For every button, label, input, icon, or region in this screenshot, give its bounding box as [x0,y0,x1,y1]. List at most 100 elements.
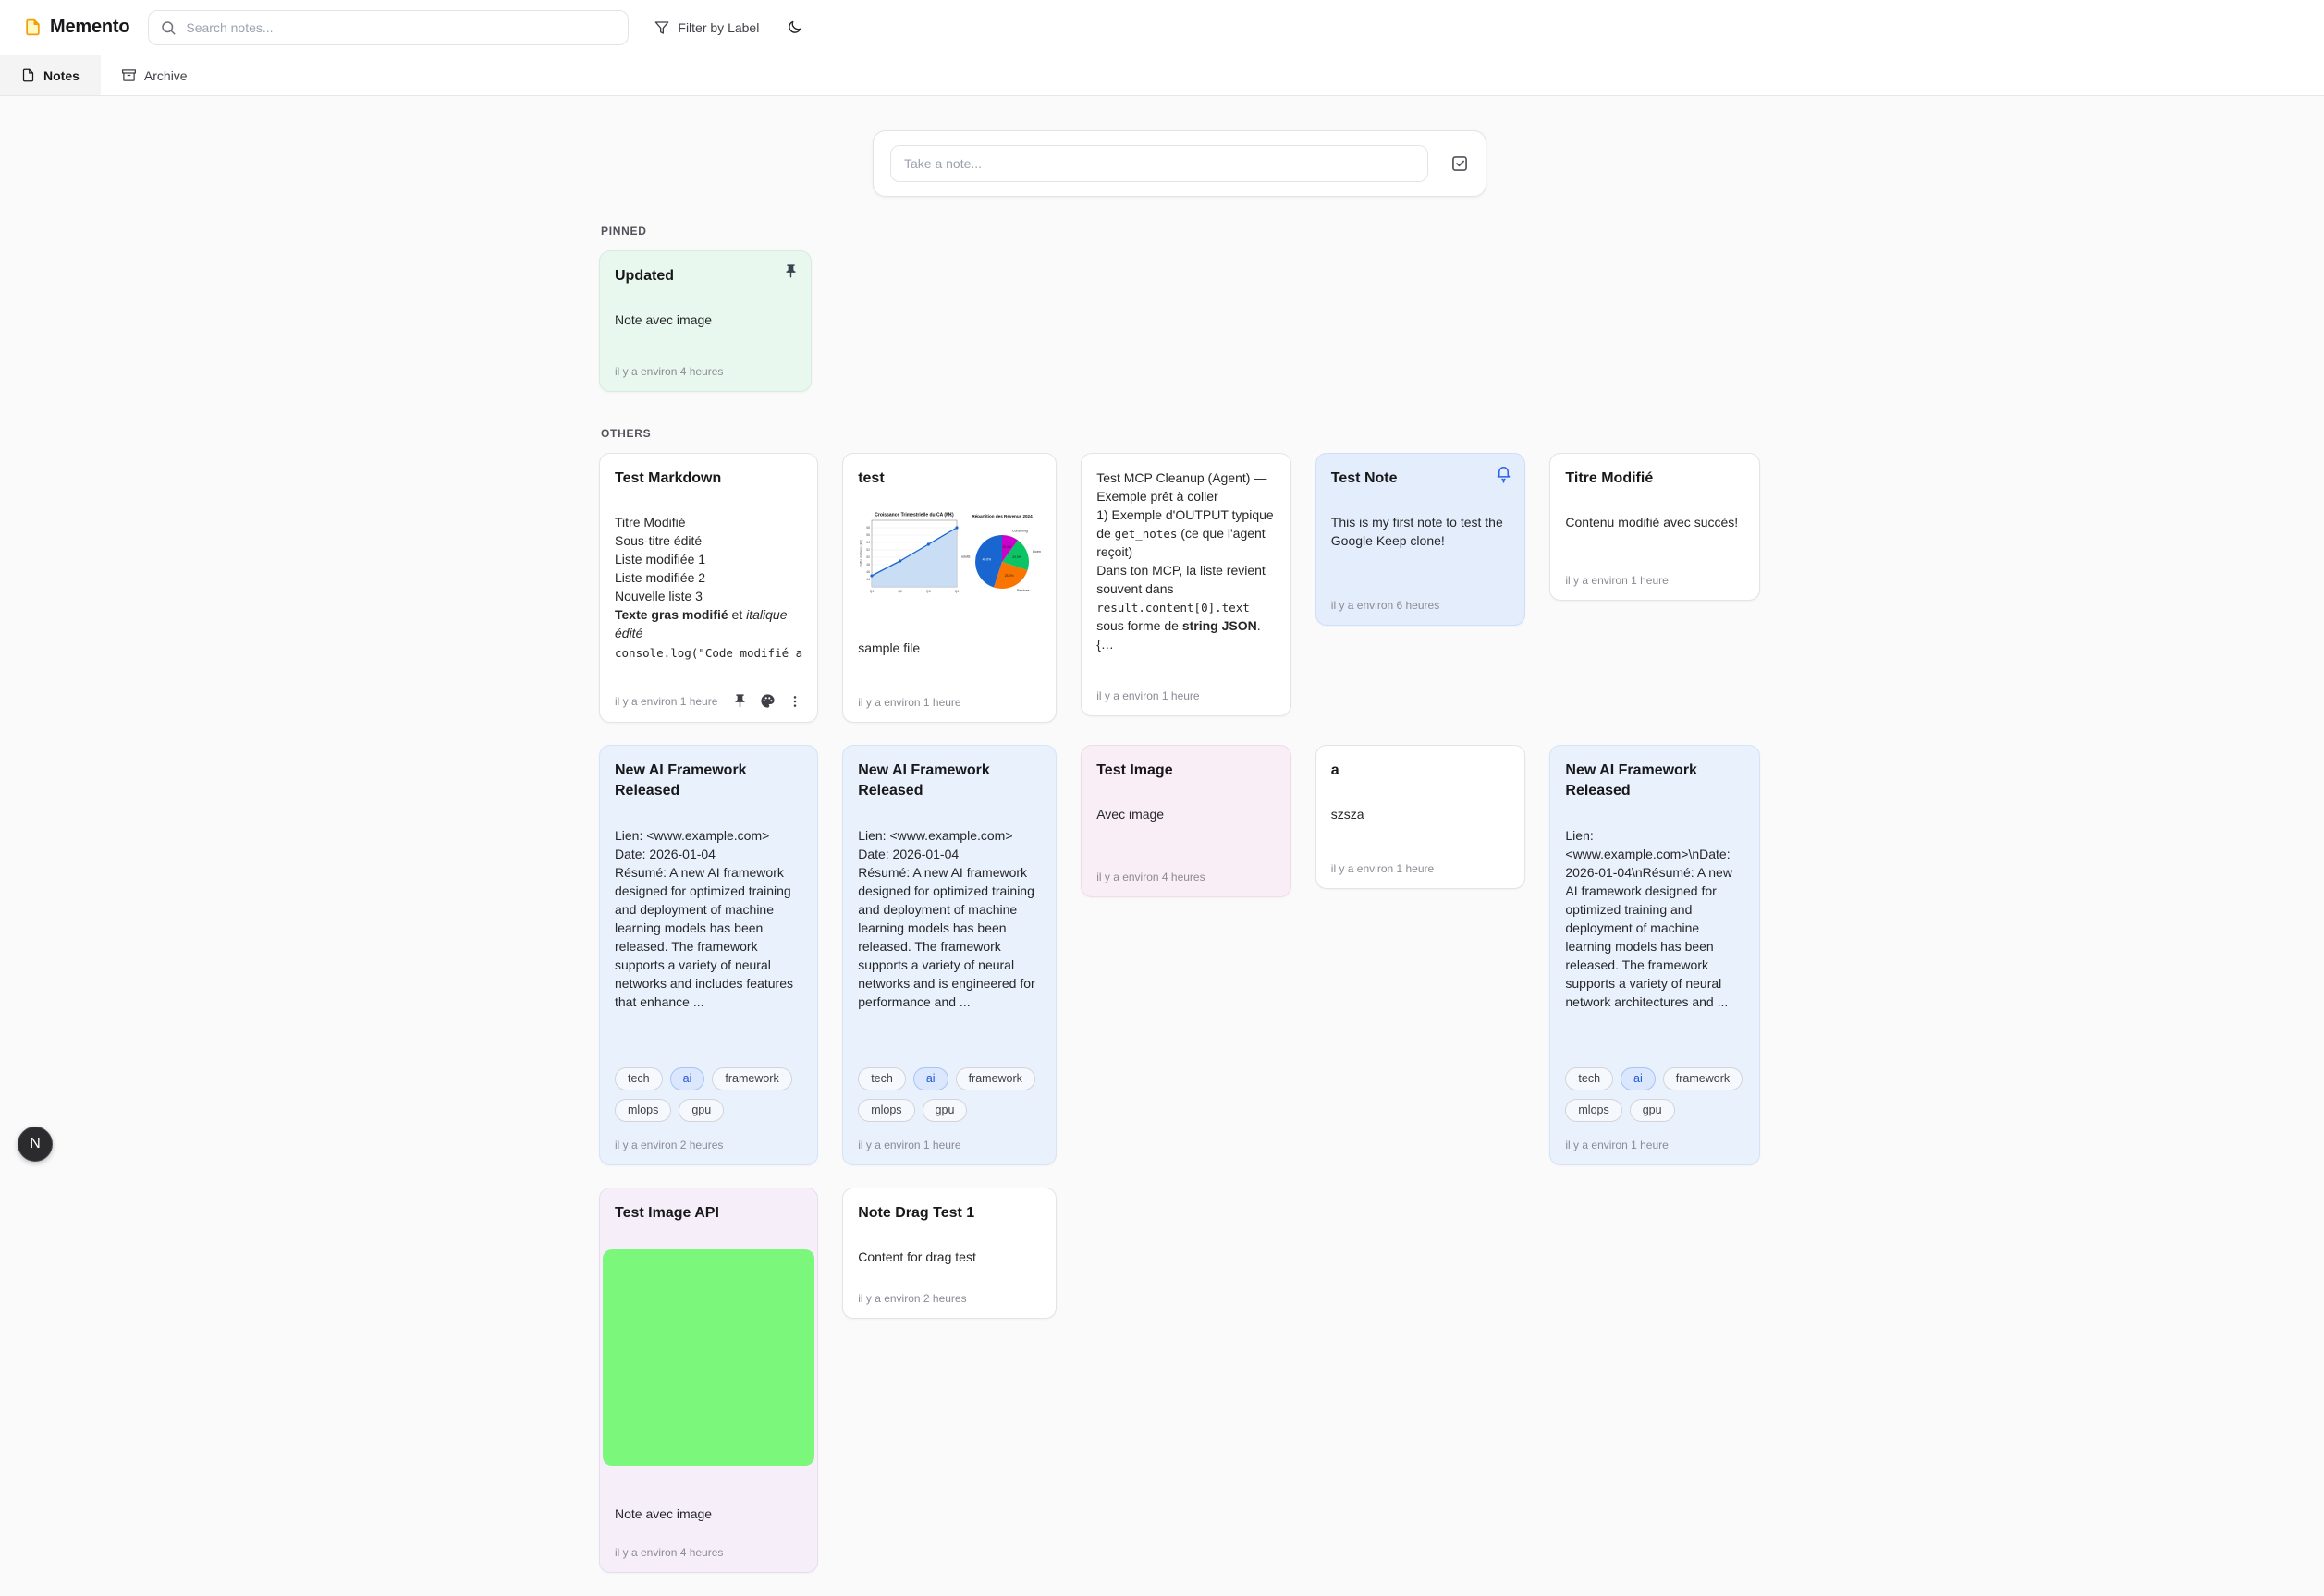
floating-n-badge[interactable]: N [18,1127,53,1162]
note-card[interactable]: New AI Framework ReleasedLien: <www.exam… [1549,745,1760,1165]
note-timestamp: il y a environ 2 heures [615,1139,802,1151]
archive-icon [122,68,136,82]
svg-text:58: 58 [866,527,870,530]
note-footer: il y a environ 1 heure [1331,851,1511,875]
tag-tech[interactable]: tech [1565,1067,1613,1090]
note-card[interactable]: New AI Framework ReleasedLien: <www.exam… [599,745,818,1165]
tab-archive[interactable]: Archive [101,55,209,95]
note-card[interactable]: Test ImageAvec imageil y a environ 4 heu… [1081,745,1291,897]
tag-ai[interactable]: ai [913,1067,948,1090]
search-icon [160,19,177,41]
svg-text:Chiffre d'affaires (M€): Chiffre d'affaires (M€) [860,540,863,567]
note-footer: il y a environ 6 heures [1331,588,1511,612]
tag-framework[interactable]: framework [712,1067,791,1090]
svg-text:56: 56 [866,534,870,538]
tag-gpu[interactable]: gpu [923,1099,968,1122]
others-notes-grid: Test Markdown Titre Modifié Sous-titre éd… [599,453,1760,1573]
note-card[interactable]: Test MCP Cleanup (Agent) — Exemple prêt … [1081,453,1291,716]
moon-icon [787,19,802,35]
note-attachment-image [603,1249,814,1466]
note-footer: il y a environ 1 heure [858,685,1041,709]
note-title: a [1331,761,1511,781]
note-body: Lien: <www.example.com> Date: 2026-01-04… [858,826,1041,1011]
pin-icon[interactable] [783,263,799,284]
filter-by-label-button[interactable]: Filter by Label [647,15,766,41]
note-attachment-charts-image: Croissance Trimestrielle du CA (M€)44464… [858,509,1041,602]
tag-ai[interactable]: ai [670,1067,705,1090]
dark-mode-toggle[interactable] [781,14,808,41]
note-timestamp: il y a environ 1 heure [858,696,1041,709]
others-section-label: OTHERS [601,427,1760,440]
note-body: Titre Modifié Sous-titre édité Liste mod… [615,513,802,661]
note-timestamp: il y a environ 6 heures [1331,599,1511,612]
app-header: Memento Filter by Label [0,0,2324,55]
svg-text:46: 46 [866,571,870,575]
more-options-icon[interactable] [788,694,802,709]
note-body: Note avec image [615,1505,802,1523]
note-footer: il y a environ 4 heures [615,354,796,378]
note-card[interactable]: Test NoteThis is my first note to test t… [1315,453,1526,626]
app-title: Memento [50,17,129,38]
note-title: Test Markdown [615,469,802,489]
note-body: This is my first note to test the Google… [1331,513,1511,550]
note-card[interactable]: testCroissance Trimestrielle du CA (M€)4… [842,453,1057,723]
note-tags: techai framework mlops gpu [858,1060,1041,1122]
funnel-icon [654,20,669,35]
tab-archive-label: Archive [144,68,188,83]
pin-icon[interactable] [732,693,748,709]
note-body: sample file [858,639,1041,657]
svg-text:48: 48 [866,564,870,567]
take-a-note-composer[interactable] [873,130,1486,197]
new-checklist-button[interactable] [1450,154,1469,173]
pinned-notes-grid: UpdatedNote avec imageil y a environ 4 h… [599,250,1760,392]
note-card[interactable]: a szsza il y a environ 1 heure [1315,745,1526,889]
note-card[interactable]: Test Markdown Titre Modifié Sous-titre éd… [599,453,818,723]
svg-text:Services: Services [1017,590,1030,593]
note-tags: techai framework mlops gpu [1565,1060,1744,1122]
tag-gpu[interactable]: gpu [679,1099,724,1122]
note-body: Content for drag test [858,1248,1041,1266]
tag-framework[interactable]: framework [956,1067,1035,1090]
note-card[interactable]: New AI Framework ReleasedLien: <www.exam… [842,745,1057,1165]
search-box [148,10,629,45]
note-card[interactable]: Note Drag Test 1 Content for drag test il … [842,1188,1057,1319]
search-input[interactable] [148,10,629,45]
note-card[interactable]: UpdatedNote avec imageil y a environ 4 h… [599,250,812,392]
tag-mlops[interactable]: mlops [615,1099,671,1122]
note-timestamp: il y a environ 1 heure [615,695,720,708]
note-timestamp: il y a environ 1 heure [858,1139,1041,1151]
note-title: Note Drag Test 1 [858,1203,1041,1224]
svg-text:Consulting: Consulting [1012,530,1028,533]
filter-by-label-text: Filter by Label [678,20,759,35]
svg-text:Croissance Trimestrielle du CA: Croissance Trimestrielle du CA (M€) [875,513,955,518]
note-timestamp: il y a environ 4 heures [1096,871,1276,883]
note-timestamp: il y a environ 2 heures [858,1292,1041,1305]
note-timestamp: il y a environ 1 heure [1565,1139,1744,1151]
svg-text:Q1: Q1 [870,590,875,593]
tag-tech[interactable]: tech [615,1067,663,1090]
tag-mlops[interactable]: mlops [1565,1099,1621,1122]
take-a-note-input[interactable] [890,145,1428,182]
svg-text:54: 54 [866,542,870,545]
tag-mlops[interactable]: mlops [858,1099,914,1122]
note-tags: techai framework mlops gpu [615,1060,802,1122]
tag-framework[interactable]: framework [1663,1067,1743,1090]
svg-text:Produits: Produits [961,555,971,559]
note-title: test [858,469,1041,489]
note-title: New AI Framework Released [615,761,802,802]
note-footer: il y a environ 1 heure [615,682,802,709]
svg-text:20.0%: 20.0% [1012,555,1021,559]
tag-gpu[interactable]: gpu [1630,1099,1675,1122]
tab-notes-label: Notes [43,68,80,83]
tag-tech[interactable]: tech [858,1067,906,1090]
bell-icon[interactable] [1495,463,1512,489]
note-body: szsza [1331,805,1511,823]
app-logo: Memento [24,17,129,38]
palette-icon[interactable] [760,693,776,709]
note-card[interactable]: Titre ModifiéContenu modifié avec succès… [1549,453,1760,601]
svg-text:Répartition des Revenus 2024: Répartition des Revenus 2024 [972,514,1034,518]
note-card[interactable]: Test Image APINote avec imageil y a envi… [599,1188,818,1573]
tag-ai[interactable]: ai [1621,1067,1656,1090]
svg-text:52: 52 [866,549,870,553]
tab-notes[interactable]: Notes [0,55,101,95]
